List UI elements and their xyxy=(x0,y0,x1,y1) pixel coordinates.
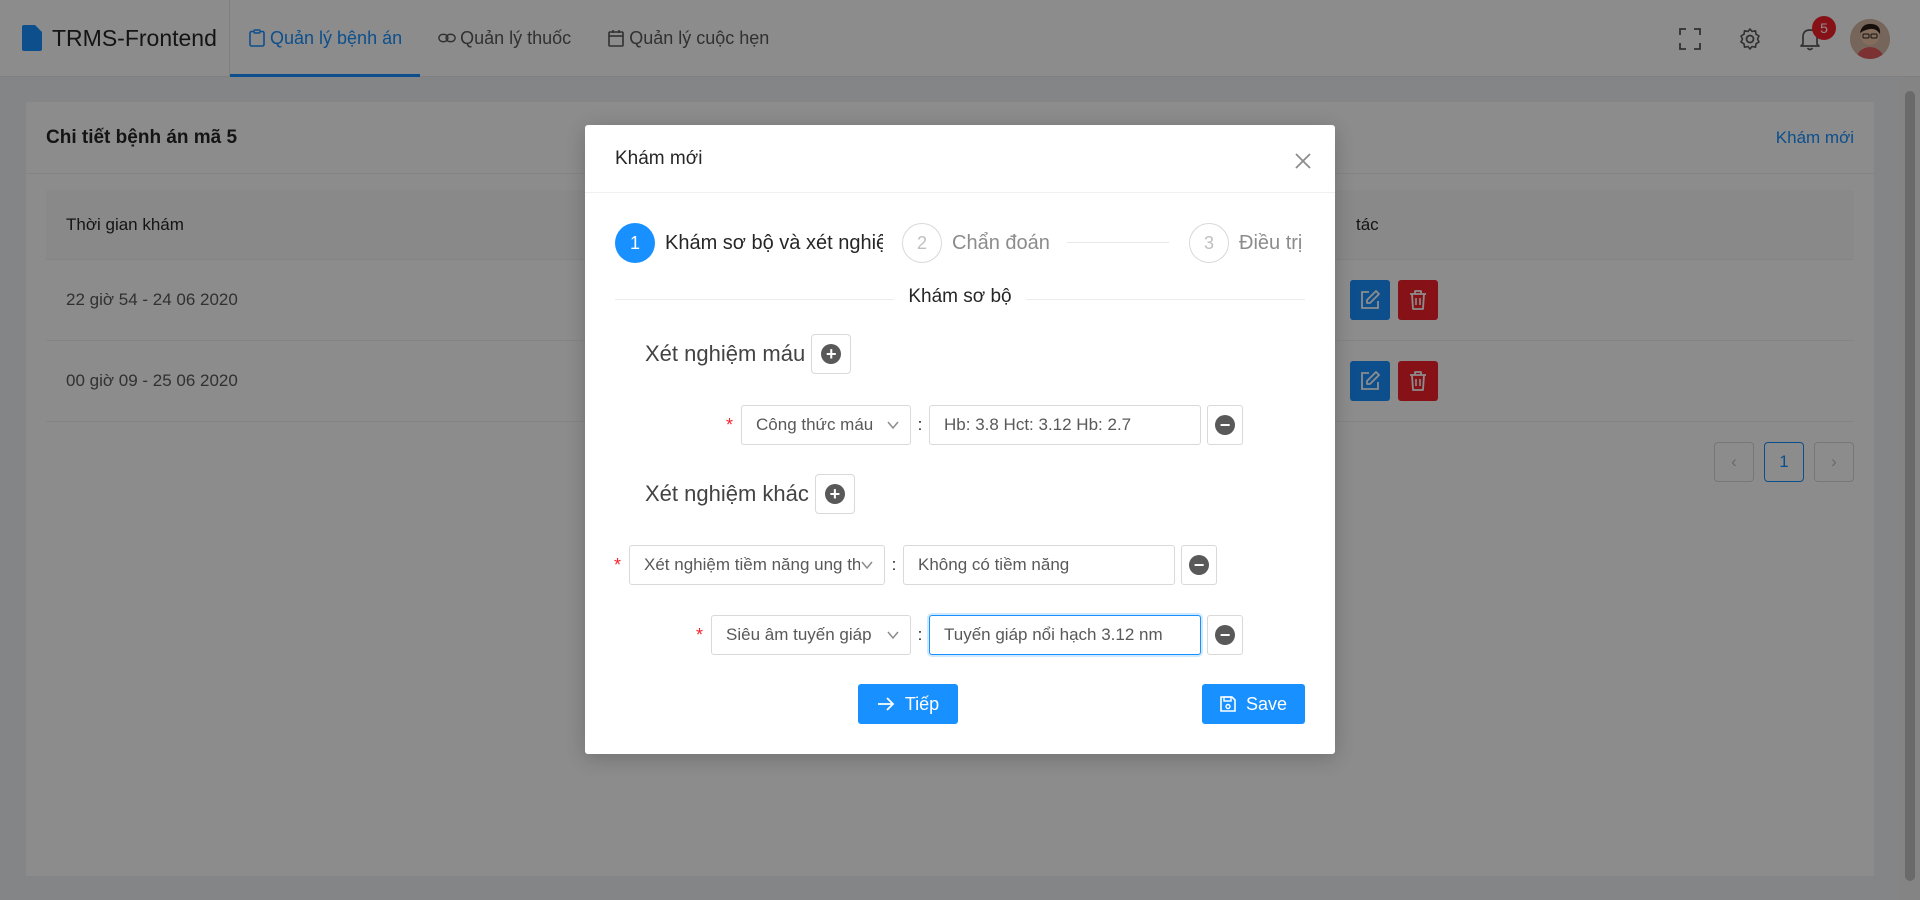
other-tests-heading: Xét nghiệm khác + xyxy=(645,474,855,514)
chevron-down-icon xyxy=(886,628,901,642)
chevron-down-icon xyxy=(860,558,875,572)
close-icon[interactable] xyxy=(1293,151,1313,171)
blood-tests-title: Xét nghiệm máu xyxy=(645,341,806,366)
step-1: 1 Khám sơ bộ và xét nghiệm xyxy=(615,222,883,264)
step-label: Điều trị xyxy=(1239,231,1303,254)
section-divider-label: Khám sơ bộ xyxy=(585,286,1335,308)
modal-header: Khám mới xyxy=(585,125,1335,193)
save-button[interactable]: Save xyxy=(1202,684,1305,724)
next-step-label: Tiếp xyxy=(904,693,940,714)
plus-circle-icon: + xyxy=(824,484,845,504)
separator-colon: : xyxy=(891,555,897,574)
step-label: Chẩn đoán xyxy=(952,231,1050,254)
test-type-select[interactable]: Siêu âm tuyến giáp xyxy=(711,615,912,655)
required-mark: * xyxy=(696,624,704,645)
add-other-test-button[interactable]: + xyxy=(814,474,855,514)
step-label: Khám sơ bộ và xét nghiệm xyxy=(665,231,883,254)
test-type-select[interactable]: Công thức máu xyxy=(741,405,912,445)
remove-test-button[interactable]: − xyxy=(1207,615,1244,655)
test-type-select[interactable]: Xét nghiệm tiềm năng ung thư xyxy=(629,545,886,585)
step-connector xyxy=(1067,242,1169,243)
next-step-button[interactable]: Tiếp xyxy=(858,684,958,724)
blood-test-row: * Công thức máu : Hb: 3.8 Hct: 3.12 Hb: … xyxy=(726,405,1244,445)
other-tests-title: Xét nghiệm khác xyxy=(645,481,809,506)
chevron-down-icon xyxy=(886,418,901,432)
test-result-input[interactable]: Tuyến giáp nổi hạch 3.12 nm xyxy=(929,615,1202,655)
minus-circle-icon: − xyxy=(1189,555,1210,575)
separator-colon: : xyxy=(917,625,923,644)
arrow-right-icon xyxy=(877,696,895,712)
step-2: 2 Chẩn đoán xyxy=(902,222,1050,264)
required-mark: * xyxy=(726,414,734,435)
step-number: 2 xyxy=(902,223,942,263)
minus-circle-icon: − xyxy=(1215,415,1236,435)
remove-test-button[interactable]: − xyxy=(1207,405,1244,445)
test-result-input[interactable]: Không có tiềm năng xyxy=(903,545,1176,585)
save-icon xyxy=(1220,696,1236,712)
required-mark: * xyxy=(614,554,622,575)
other-test-row: * Xét nghiệm tiềm năng ung thư : Không c… xyxy=(614,545,1218,585)
remove-test-button[interactable]: − xyxy=(1181,545,1218,585)
other-test-row: * Siêu âm tuyến giáp : Tuyến giáp nổi hạ… xyxy=(696,615,1244,655)
step-number: 1 xyxy=(615,223,655,263)
new-exam-modal: Khám mới 1 Khám sơ bộ và xét nghiệm 2 Ch… xyxy=(585,125,1335,754)
blood-tests-heading: Xét nghiệm máu + xyxy=(645,334,852,374)
step-3: 3 Điều trị xyxy=(1189,222,1305,264)
step-number: 3 xyxy=(1189,223,1229,263)
minus-circle-icon: − xyxy=(1215,625,1236,645)
save-label: Save xyxy=(1245,693,1288,714)
add-blood-test-button[interactable]: + xyxy=(811,334,852,374)
modal-title: Khám mới xyxy=(615,147,703,169)
steps: 1 Khám sơ bộ và xét nghiệm 2 Chẩn đoán 3… xyxy=(615,222,1305,264)
test-result-input[interactable]: Hb: 3.8 Hct: 3.12 Hb: 2.7 xyxy=(929,405,1202,445)
separator-colon: : xyxy=(917,415,923,434)
plus-circle-icon: + xyxy=(821,344,842,364)
